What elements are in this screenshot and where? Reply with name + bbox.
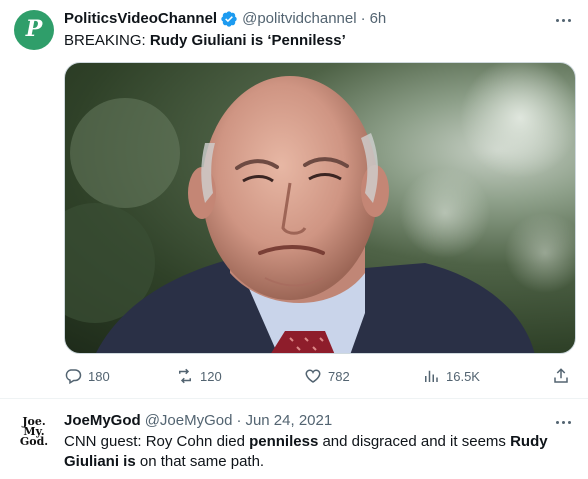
retweet-count: 120: [200, 368, 222, 384]
author-name[interactable]: PoliticsVideoChannel: [64, 9, 217, 29]
avatar-letter: P: [25, 16, 43, 42]
tweet-quoted[interactable]: Joe. My. God. JoeMyGod @JoeMyGod · Jun 2…: [0, 399, 588, 479]
timestamp[interactable]: 6h: [370, 9, 387, 29]
author-handle[interactable]: @JoeMyGod: [145, 411, 233, 431]
tweet-primary[interactable]: P PoliticsVideoChannel @politvidchannel …: [0, 0, 588, 398]
views-count: 16.5K: [446, 368, 480, 384]
more-options-icon[interactable]: [552, 12, 574, 28]
reply-icon: [65, 369, 82, 385]
avatar[interactable]: P: [14, 10, 54, 50]
photo-illustration: [65, 63, 575, 353]
views-chart-icon: [425, 370, 438, 382]
avatar-line: God.: [19, 435, 49, 448]
reply-count: 180: [88, 368, 110, 384]
text-part: and disgraced and it seems: [318, 433, 511, 450]
tweet-photo[interactable]: [64, 62, 576, 354]
retweet-icon: [179, 368, 191, 384]
text-bold: penniless: [249, 433, 319, 450]
retweet-button[interactable]: 120: [176, 366, 222, 386]
tweet-text-prefix: BREAKING:: [64, 32, 150, 49]
tweet-text-bold: Rudy Giuliani is ‘Penniless’: [149, 32, 346, 49]
tweet-actions: 180 120 782 16.5K: [64, 366, 576, 386]
separator-dot: ·: [360, 10, 366, 27]
tweet-header: PoliticsVideoChannel @politvidchannel · …: [64, 9, 386, 29]
like-count: 782: [328, 368, 350, 384]
avatar[interactable]: Joe. My. God.: [14, 412, 54, 452]
views-button[interactable]: 16.5K: [422, 366, 480, 386]
separator-dot: ·: [236, 412, 242, 429]
author-name[interactable]: JoeMyGod: [64, 411, 141, 431]
tweet-header: JoeMyGod @JoeMyGod · Jun 24, 2021: [64, 411, 332, 431]
like-button[interactable]: 782: [304, 366, 350, 386]
tweet-text: CNN guest: Roy Cohn died penniless and d…: [64, 432, 574, 472]
tweet-text: BREAKING: Rudy Giuliani is ‘Penniless’: [64, 31, 346, 51]
share-icon: [554, 368, 568, 383]
reply-button[interactable]: 180: [64, 366, 110, 386]
share-button[interactable]: [552, 366, 570, 386]
more-options-icon[interactable]: [552, 414, 574, 430]
text-part: on that same path.: [135, 453, 265, 470]
author-handle[interactable]: @politvidchannel: [242, 9, 356, 29]
text-part: CNN guest: Roy Cohn died: [64, 433, 250, 450]
heart-icon: [305, 369, 321, 383]
verified-badge-icon: [221, 11, 237, 27]
timestamp[interactable]: Jun 24, 2021: [245, 411, 332, 431]
